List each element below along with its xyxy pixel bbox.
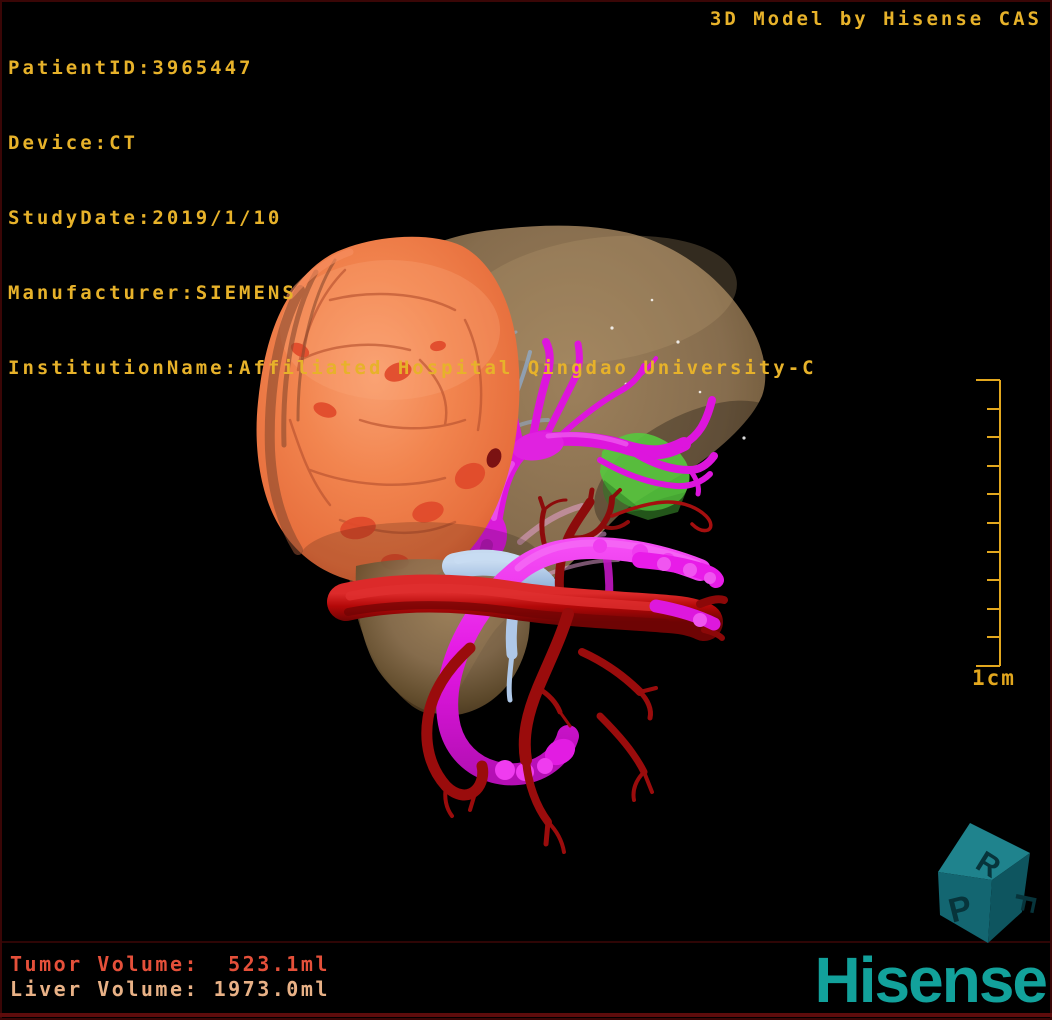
patient-info-overlay: PatientID:3965447 Device:CT StudyDate:20… <box>8 6 817 431</box>
view-title: 3D Model by Hisense CAS <box>709 8 1042 30</box>
device-line: Device:CT <box>8 132 138 154</box>
tumor-volume-readout: Tumor Volume: 523.1ml <box>10 952 330 976</box>
hisense-logo: Hisense <box>814 944 1048 1016</box>
patient-id-line: PatientID:3965447 <box>8 57 254 79</box>
institution-line: InstitutionName:Affiliated Hospital Qing… <box>8 357 817 379</box>
manufacturer-line: Manufacturer:SIEMENS <box>8 282 297 304</box>
viewport-frame-bottom <box>0 1013 1052 1017</box>
3d-model-viewport[interactable]: PatientID:3965447 Device:CT StudyDate:20… <box>0 0 1052 1020</box>
orientation-cube[interactable]: R P F <box>925 815 1045 955</box>
scale-label: 1cm <box>972 666 1016 690</box>
liver-volume-readout: Liver Volume: 1973.0ml <box>10 977 330 1001</box>
study-date-line: StudyDate:2019/1/10 <box>8 207 283 229</box>
